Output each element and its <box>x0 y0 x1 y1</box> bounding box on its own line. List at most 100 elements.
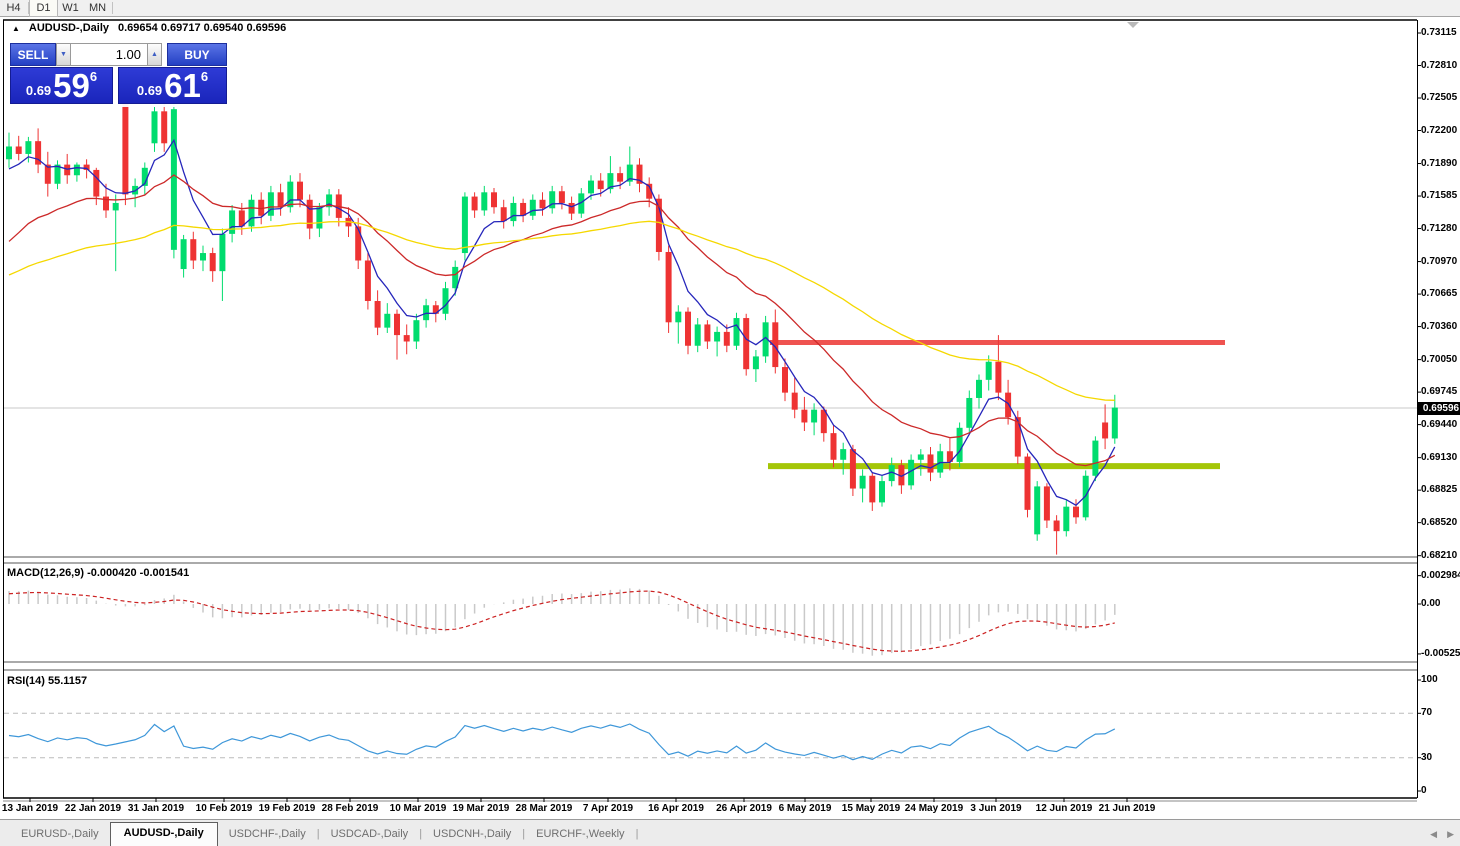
volume-input[interactable] <box>71 43 147 66</box>
candle-body <box>1063 507 1069 532</box>
price-axis-label: 0.68210 <box>1421 550 1457 561</box>
date-axis-label: 21 Jun 2019 <box>1099 803 1156 814</box>
date-axis-label: 24 May 2019 <box>905 803 963 814</box>
rsi-line <box>9 724 1115 760</box>
candle-body <box>588 181 594 194</box>
candle-body <box>161 111 167 143</box>
sell-price-big: 59 <box>53 71 90 101</box>
chart-tab-usdcnh-daily[interactable]: USDCNH-,Daily <box>422 824 522 846</box>
buy-price-big: 61 <box>164 71 201 101</box>
candle-body <box>976 380 982 398</box>
candle-body <box>219 234 225 271</box>
candle-body <box>501 207 507 221</box>
timeframe-button-d1[interactable]: D1 <box>30 0 57 16</box>
timeframe-button-w1[interactable]: W1 <box>57 0 84 16</box>
price-axis-label: 0.68825 <box>1421 484 1457 495</box>
sell-price-prefix: 0.69 <box>26 83 51 98</box>
candle-body <box>617 173 623 182</box>
tabs-scroll-right-icon[interactable]: ▶ <box>1447 829 1454 840</box>
sell-button[interactable]: SELL <box>10 43 56 66</box>
toolbar-separator <box>112 2 113 14</box>
buy-button[interactable]: BUY <box>167 43 227 66</box>
candle-body <box>957 428 963 462</box>
rsi-axis-label: 100 <box>1421 674 1438 685</box>
symbol-name: AUDUSD-,Daily <box>29 22 109 34</box>
candle-body <box>103 197 109 211</box>
candle-body <box>1025 457 1031 510</box>
candle-body <box>1054 521 1060 532</box>
price-axis-label: 0.69745 <box>1421 386 1457 397</box>
rsi-pane[interactable] <box>4 713 1417 759</box>
macd-indicator-label: MACD(12,26,9) -0.000420 -0.001541 <box>7 567 189 579</box>
macd-axis-label: -0.005256 <box>1421 648 1460 659</box>
date-axis-label: 19 Mar 2019 <box>453 803 510 814</box>
price-axis-label: 0.70970 <box>1421 256 1457 267</box>
candle-body <box>297 182 303 200</box>
price-axis-label: 0.69130 <box>1421 452 1457 463</box>
date-axis-label: 16 Apr 2019 <box>648 803 704 814</box>
timeframe-button-h4[interactable]: H4 <box>0 0 27 16</box>
chart-shift-marker-icon[interactable] <box>1127 22 1139 28</box>
price-axis-label: 0.71280 <box>1421 223 1457 234</box>
candle-body <box>995 362 1001 393</box>
candle-body <box>879 481 885 502</box>
chart-tab-usdcad-daily[interactable]: USDCAD-,Daily <box>320 824 420 846</box>
candle-body <box>249 200 255 227</box>
tabs-scroll-left-icon[interactable]: ◀ <box>1430 829 1437 840</box>
date-axis-label: 28 Mar 2019 <box>516 803 573 814</box>
price-axis-label: 0.68520 <box>1421 517 1457 528</box>
candle-body <box>724 332 730 346</box>
date-axis-label: 13 Jan 2019 <box>2 803 58 814</box>
volume-increase-button[interactable]: ▲ <box>147 43 162 66</box>
candle-body <box>152 111 158 143</box>
chart-tab-eurusd-daily[interactable]: EURUSD-,Daily <box>10 824 110 846</box>
one-click-trading-widget: SELL ▼ ▲ BUY 0.69 59 6 0.69 61 6 <box>10 43 227 104</box>
rsi-axis-label: 30 <box>1421 752 1432 763</box>
price-axis-label: 0.70050 <box>1421 354 1457 365</box>
sell-price-pip: 6 <box>90 69 97 84</box>
candle-body <box>210 253 216 271</box>
candle-body <box>840 449 846 460</box>
chart-tab-bar: EURUSD-,DailyAUDUSD-,DailyUSDCHF-,Daily|… <box>0 819 1460 846</box>
candle-body <box>122 99 128 195</box>
candle-body <box>491 192 497 207</box>
price-chart-canvas[interactable] <box>0 0 1460 846</box>
candle-body <box>1112 408 1118 439</box>
candle-body <box>831 433 837 460</box>
macd-pane[interactable] <box>9 588 1115 655</box>
chart-tab-usdchf-daily[interactable]: USDCHF-,Daily <box>218 824 317 846</box>
rsi-axis-label: 0 <box>1421 785 1427 796</box>
candle-body <box>287 182 293 208</box>
price-pane[interactable] <box>4 88 1417 555</box>
candle-body <box>811 410 817 423</box>
rsi-indicator-label: RSI(14) 55.1157 <box>7 675 87 687</box>
chart-window: H4 D1 W1 MN ▲ AUDUSD-,Daily 0.69654 0.69… <box>0 0 1460 846</box>
chart-tab-audusd-daily[interactable]: AUDUSD-,Daily <box>110 822 218 846</box>
price-axis-label: 0.72810 <box>1421 60 1457 71</box>
timeframe-button-mn[interactable]: MN <box>84 0 111 16</box>
candle-body <box>704 324 710 341</box>
date-axis-label: 10 Mar 2019 <box>390 803 447 814</box>
date-axis-label: 7 Apr 2019 <box>583 803 633 814</box>
price-axis-label: 0.70360 <box>1421 321 1457 332</box>
candle-body <box>850 449 856 488</box>
buy-price-panel[interactable]: 0.69 61 6 <box>118 67 227 104</box>
date-axis-label: 6 May 2019 <box>779 803 832 814</box>
panel-collapse-arrow-icon[interactable]: ▲ <box>12 24 20 33</box>
sell-price-panel[interactable]: 0.69 59 6 <box>10 67 113 104</box>
date-axis-label: 19 Feb 2019 <box>259 803 316 814</box>
candle-body <box>404 335 410 341</box>
candle-body <box>1073 507 1079 518</box>
price-axis-label: 0.71890 <box>1421 158 1457 169</box>
candle-body <box>181 239 187 269</box>
date-axis-label: 31 Jan 2019 <box>128 803 184 814</box>
date-axis-label: 3 Jun 2019 <box>970 803 1021 814</box>
candle-body <box>6 146 12 159</box>
volume-decrease-button[interactable]: ▼ <box>56 43 71 66</box>
chart-tab-eurchf-weekly[interactable]: EURCHF-,Weekly <box>525 824 635 846</box>
candle-body <box>782 367 788 393</box>
date-axis-label: 26 Apr 2019 <box>716 803 772 814</box>
price-axis-label: 0.73115 <box>1421 27 1457 38</box>
candle-body <box>200 253 206 260</box>
price-axis-label: 0.71585 <box>1421 190 1457 201</box>
